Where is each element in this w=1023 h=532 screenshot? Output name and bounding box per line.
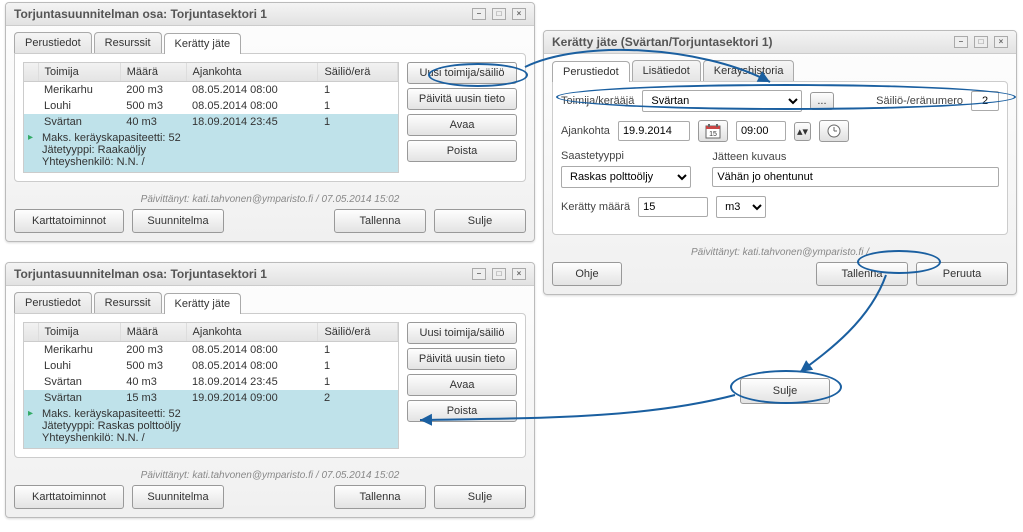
floating-close-panel: Sulje [740, 378, 830, 404]
col-ajankohta[interactable]: Ajankohta [186, 323, 318, 342]
maximize-icon[interactable]: □ [492, 8, 506, 20]
detail-wastetype: Jätetyyppi: Raskas polttoöljy [42, 420, 392, 432]
description-label: Jätteen kuvaus [712, 151, 786, 163]
refresh-button[interactable]: Päivitä uusin tieto [407, 348, 517, 370]
pollution-type-select[interactable]: Raskas polttoöljy [561, 166, 691, 188]
amount-label: Kerätty määrä [561, 201, 630, 213]
window-sector-plan-2: Torjuntasuunnitelman osa: Torjuntasektor… [5, 262, 535, 518]
tab-keratty-jate[interactable]: Kerätty jäte [164, 33, 242, 54]
close-icon[interactable]: × [994, 36, 1008, 48]
open-button[interactable]: Avaa [407, 114, 517, 136]
window-title: Kerätty jäte (Svärtan/Torjuntasektori 1) [552, 35, 773, 49]
svg-text:15: 15 [709, 131, 717, 138]
last-updated: Päivittänyt: kati.tahvonen@ymparisto.fi … [544, 243, 1016, 262]
table-row[interactable]: Merikarhu200 m308.05.2014 08:001 [24, 342, 398, 359]
amount-input[interactable] [638, 197, 708, 217]
close-button[interactable]: Sulje [434, 209, 526, 233]
waste-table[interactable]: Toimija Määrä Ajankohta Säiliö/erä Merik… [23, 62, 399, 173]
close-button[interactable]: Sulje [434, 485, 526, 509]
col-maara[interactable]: Määrä [120, 63, 186, 82]
tank-number-input[interactable] [971, 91, 999, 111]
minimize-icon[interactable]: – [954, 36, 968, 48]
close-icon[interactable]: × [512, 8, 526, 20]
minimize-icon[interactable]: – [472, 8, 486, 20]
save-button[interactable]: Tallenna [334, 209, 426, 233]
time-label: Ajankohta [561, 125, 610, 137]
pollution-type-label: Saastetyyppi [561, 150, 624, 162]
open-button[interactable]: Avaa [407, 374, 517, 396]
plan-button[interactable]: Suunnitelma [132, 209, 224, 233]
description-input[interactable] [712, 167, 999, 187]
col-ajankohta[interactable]: Ajankohta [186, 63, 318, 82]
new-collector-button[interactable]: Uusi toimija/säiliö [407, 62, 517, 84]
col-maara[interactable]: Määrä [120, 323, 186, 342]
close-button[interactable]: Sulje [740, 378, 830, 404]
window-title: Torjuntasuunnitelman osa: Torjuntasektor… [14, 267, 267, 281]
plan-button[interactable]: Suunnitelma [132, 485, 224, 509]
save-button[interactable]: Tallenna [816, 262, 908, 286]
detail-contact: Yhteyshenkilö: N.N. / [42, 432, 392, 444]
delete-button[interactable]: Poista [407, 140, 517, 162]
calendar-icon[interactable]: 15 [698, 120, 728, 142]
time-spinner[interactable]: ▴▾ [794, 122, 811, 141]
row-detail: Maks. keräyskapasiteetti: 52 Jätetyyppi:… [24, 130, 398, 172]
waste-table[interactable]: Toimija Määrä Ajankohta Säiliö/erä Merik… [23, 322, 399, 449]
clock-icon[interactable] [819, 120, 849, 142]
minimize-icon[interactable]: – [472, 268, 486, 280]
window-sector-plan-1: Torjuntasuunnitelman osa: Torjuntasektor… [5, 2, 535, 242]
map-functions-button[interactable]: Karttatoiminnot [14, 209, 124, 233]
col-toimija[interactable]: Toimija [38, 63, 120, 82]
detail-contact: Yhteyshenkilö: N.N. / [42, 156, 392, 168]
delete-button[interactable]: Poista [407, 400, 517, 422]
close-icon[interactable]: × [512, 268, 526, 280]
col-sailio[interactable]: Säiliö/erä [318, 63, 398, 82]
tab-lisatiedot[interactable]: Lisätiedot [632, 60, 701, 81]
titlebar[interactable]: Torjuntasuunnitelman osa: Torjuntasektor… [6, 3, 534, 26]
detail-capacity: Maks. keräyskapasiteetti: 52 [42, 408, 392, 420]
cancel-button[interactable]: Peruuta [916, 262, 1008, 286]
table-row[interactable]: Svärtan40 m318.09.2014 23:451 [24, 114, 398, 130]
table-row[interactable]: Louhi500 m308.05.2014 08:001 [24, 98, 398, 114]
tab-resurssit[interactable]: Resurssit [94, 292, 162, 313]
tab-kerayshistoria[interactable]: Keräyshistoria [703, 60, 795, 81]
help-button[interactable]: Ohje [552, 262, 622, 286]
unit-select[interactable]: m3 [716, 196, 766, 218]
date-input[interactable] [618, 121, 690, 141]
tank-number-label: Säiliö-/eränumero [876, 95, 963, 107]
tab-resurssit[interactable]: Resurssit [94, 32, 162, 53]
collector-more-button[interactable]: ... [810, 92, 833, 110]
last-updated: Päivittänyt: kati.tahvonen@ymparisto.fi … [6, 466, 534, 485]
map-functions-button[interactable]: Karttatoiminnot [14, 485, 124, 509]
maximize-icon[interactable]: □ [492, 268, 506, 280]
tab-perustiedot[interactable]: Perustiedot [14, 292, 92, 313]
titlebar[interactable]: Kerätty jäte (Svärtan/Torjuntasektori 1)… [544, 31, 1016, 54]
window-waste-entry: Kerätty jäte (Svärtan/Torjuntasektori 1)… [543, 30, 1017, 295]
collector-select[interactable]: Svärtan [642, 90, 802, 112]
tab-keratty-jate[interactable]: Kerätty jäte [164, 293, 242, 314]
col-sailio[interactable]: Säiliö/erä [318, 323, 398, 342]
time-input[interactable] [736, 121, 786, 141]
maximize-icon[interactable]: □ [974, 36, 988, 48]
table-row[interactable]: Louhi500 m308.05.2014 08:001 [24, 358, 398, 374]
detail-wastetype: Jätetyyppi: Raakaöljy [42, 144, 392, 156]
save-button[interactable]: Tallenna [334, 485, 426, 509]
new-collector-button[interactable]: Uusi toimija/säiliö [407, 322, 517, 344]
col-toimija[interactable]: Toimija [38, 323, 120, 342]
refresh-button[interactable]: Päivitä uusin tieto [407, 88, 517, 110]
tab-perustiedot[interactable]: Perustiedot [552, 61, 630, 82]
table-row[interactable]: Svärtan15 m319.09.2014 09:002 [24, 390, 398, 406]
row-detail: Maks. keräyskapasiteetti: 52 Jätetyyppi:… [24, 406, 398, 448]
window-title: Torjuntasuunnitelman osa: Torjuntasektor… [14, 7, 267, 21]
titlebar[interactable]: Torjuntasuunnitelman osa: Torjuntasektor… [6, 263, 534, 286]
tab-perustiedot[interactable]: Perustiedot [14, 32, 92, 53]
collector-label: Toimija/kerääjä [561, 95, 634, 107]
detail-capacity: Maks. keräyskapasiteetti: 52 [42, 132, 392, 144]
table-row[interactable]: Merikarhu200 m308.05.2014 08:001 [24, 82, 398, 99]
last-updated: Päivittänyt: kati.tahvonen@ymparisto.fi … [6, 190, 534, 209]
table-row[interactable]: Svärtan40 m318.09.2014 23:451 [24, 374, 398, 390]
